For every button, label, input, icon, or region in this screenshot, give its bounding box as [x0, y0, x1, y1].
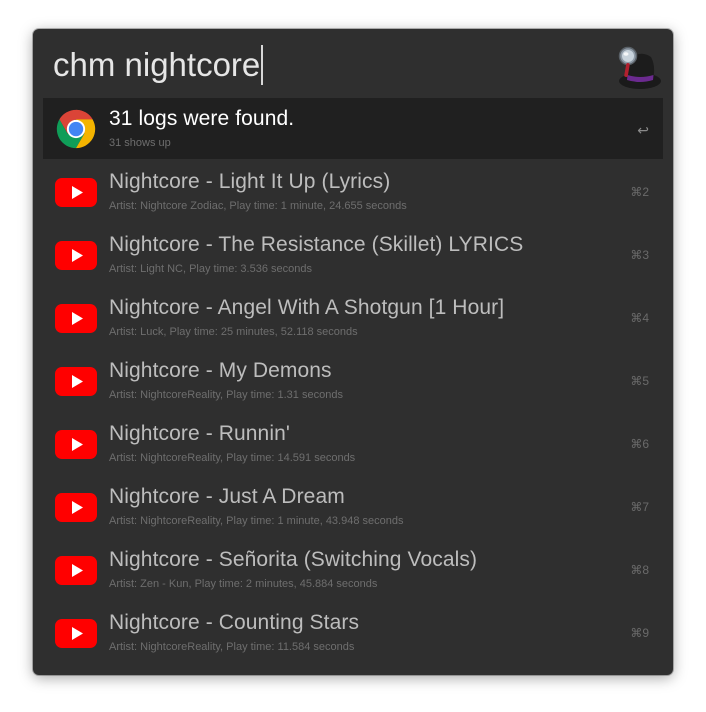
result-subtitle: Artist: Luck, Play time: 25 minutes, 52.…: [109, 326, 358, 338]
youtube-icon: [53, 547, 99, 593]
alfred-hat-icon[interactable]: [613, 42, 663, 94]
result-shortcut: ↩: [637, 122, 649, 138]
youtube-icon: [53, 484, 99, 530]
result-subtitle: Artist: NightcoreReality, Play time: 14.…: [109, 452, 356, 464]
result-shortcut: ⌘5: [630, 374, 649, 388]
result-subtitle: Artist: Light NC, Play time: 3.536 secon…: [109, 263, 312, 275]
youtube-icon: [53, 421, 99, 467]
launcher-window: chm nightcore 31 logs were found. 31 show…: [33, 29, 673, 675]
result-title: 31 logs were found.: [109, 107, 295, 130]
youtube-icon: [53, 169, 99, 215]
result-row[interactable]: 31 logs were found. 31 shows up ↩: [43, 98, 663, 159]
result-row[interactable]: Nightcore - Señorita (Switching Vocals) A…: [43, 539, 663, 602]
result-row[interactable]: Nightcore - Light It Up (Lyrics) Artist: …: [43, 161, 663, 224]
result-title: Nightcore - Light It Up (Lyrics): [109, 170, 391, 193]
result-shortcut: ⌘7: [630, 500, 649, 514]
youtube-icon: [53, 610, 99, 656]
result-shortcut: ⌘3: [630, 248, 649, 262]
results-list: 31 logs were found. 31 shows up ↩ Nightcor…: [43, 98, 663, 665]
result-title: Nightcore - Runnin': [109, 422, 290, 445]
search-query[interactable]: chm nightcore: [53, 46, 260, 83]
result-title: Nightcore - Counting Stars: [109, 611, 360, 634]
result-row[interactable]: Nightcore - Angel With A Shotgun [1 Hour…: [43, 287, 663, 350]
result-title: Nightcore - Señorita (Switching Vocals): [109, 548, 478, 571]
result-shortcut: ⌘8: [630, 563, 649, 577]
chrome-icon: [53, 106, 99, 152]
result-row[interactable]: Nightcore - Counting Stars Artist: Nightc…: [43, 602, 663, 665]
result-title: Nightcore - Angel With A Shotgun [1 Hour…: [109, 296, 505, 319]
result-shortcut: ⌘6: [630, 437, 649, 451]
youtube-icon: [53, 358, 99, 404]
search-field[interactable]: chm nightcore: [53, 43, 593, 87]
result-row[interactable]: Nightcore - My Demons Artist: NightcoreRe…: [43, 350, 663, 413]
result-title: Nightcore - My Demons: [109, 359, 332, 382]
result-shortcut: ⌘9: [630, 626, 649, 640]
result-subtitle: Artist: Zen - Kun, Play time: 2 minutes,…: [109, 578, 378, 590]
result-subtitle: Artist: NightcoreReality, Play time: 11.…: [109, 641, 355, 653]
text-caret: [261, 45, 264, 86]
youtube-icon: [53, 232, 99, 278]
result-subtitle: Artist: NightcoreReality, Play time: 1 m…: [109, 515, 404, 527]
result-subtitle: Artist: Nightcore Zodiac, Play time: 1 m…: [109, 200, 407, 212]
result-title: Nightcore - The Resistance (Skillet) LYR…: [109, 233, 524, 256]
result-shortcut: ⌘4: [630, 311, 649, 325]
result-subtitle: 31 shows up: [109, 137, 171, 149]
result-title: Nightcore - Just A Dream: [109, 485, 345, 508]
result-shortcut: ⌘2: [630, 185, 649, 199]
result-row[interactable]: Nightcore - Just A Dream Artist: Nightcor…: [43, 476, 663, 539]
youtube-icon: [53, 295, 99, 341]
result-subtitle: Artist: NightcoreReality, Play time: 1.3…: [109, 389, 343, 401]
result-row[interactable]: Nightcore - The Resistance (Skillet) LYR…: [43, 224, 663, 287]
result-row[interactable]: Nightcore - Runnin' Artist: NightcoreReal…: [43, 413, 663, 476]
